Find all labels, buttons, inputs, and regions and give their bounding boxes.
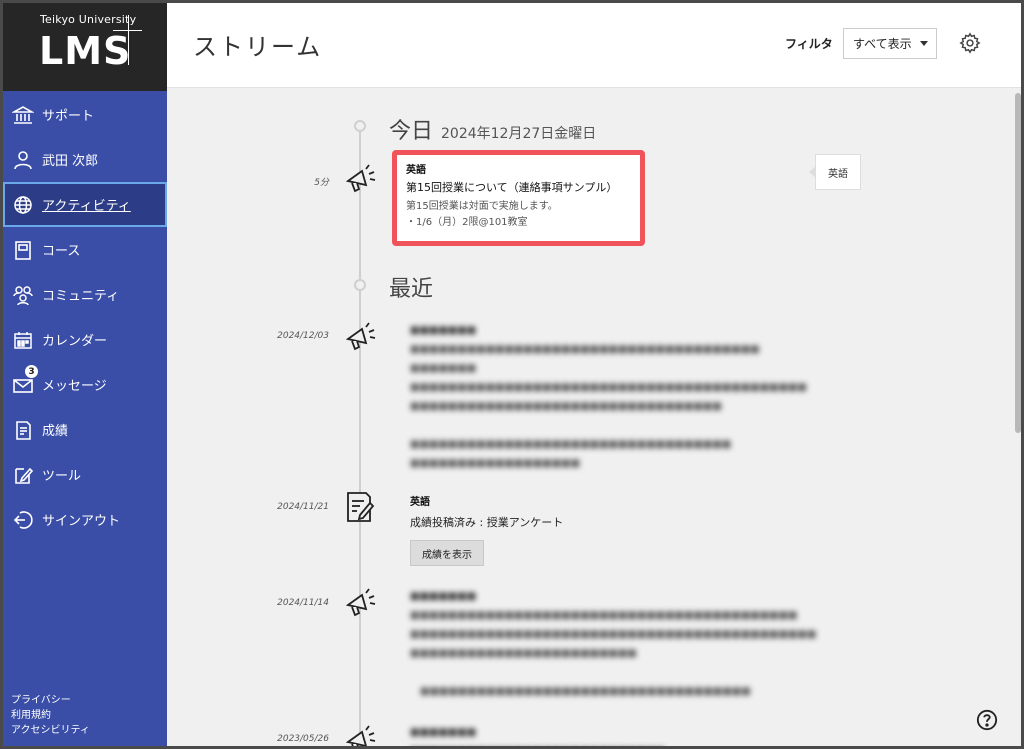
megaphone-icon (345, 725, 376, 746)
course-tag[interactable]: 英語 (809, 154, 861, 190)
item-time: 5分 (314, 178, 329, 188)
section-today-title: 今日 (389, 119, 434, 144)
caret-down-icon (920, 41, 928, 46)
sidebar-item-community[interactable]: コミュニティ (3, 272, 167, 317)
grade-text: 成績投稿済み : 授業アンケート (410, 516, 564, 529)
sidebar-item-label: カレンダー (42, 334, 108, 349)
megaphone-icon (345, 322, 376, 351)
sidebar-item-calendar[interactable]: カレンダー (3, 317, 167, 362)
grade-course: 英語 (410, 497, 430, 508)
sidebar: Teikyo University LMS サポート 武田 次郎 アクティビティ… (3, 3, 167, 746)
main-content: ストリーム フィルタ すべて表示 今日 2024年12月27日金曜日 5分 英語… (167, 3, 1021, 746)
card-body-line: ・1/6（月）2限@101教室 (406, 217, 528, 228)
gear-icon[interactable] (959, 32, 981, 54)
sidebar-item-messages[interactable]: 3 メッセージ (3, 362, 167, 407)
grade-document-icon (347, 492, 375, 522)
accessibility-link[interactable]: アクセシビリティ (11, 723, 90, 738)
grade-posted-item: 英語 成績投稿済み : 授業アンケート 成績を表示 (410, 493, 563, 566)
sidebar-item-label: サインアウト (42, 514, 121, 529)
section-today: 今日 2024年12月27日金曜日 (389, 113, 596, 145)
page-header: ストリーム フィルタ すべて表示 (167, 3, 1021, 88)
blurred-announcement: ■■■■■■■ ■■■■■■■■■■■■■■■■■■■■■■■■■■■ (410, 727, 477, 738)
help-icon[interactable] (976, 709, 998, 731)
sidebar-item-courses[interactable]: コース (3, 227, 167, 272)
app-window: Teikyo University LMS サポート 武田 次郎 アクティビティ… (3, 3, 1021, 746)
card-title[interactable]: 第15回授業について（連絡事項サンプル） (406, 179, 631, 195)
megaphone-icon (345, 588, 376, 617)
timeline-dot (354, 120, 366, 132)
section-today-date: 2024年12月27日金曜日 (441, 126, 597, 142)
sidebar-item-activity[interactable]: アクティビティ (3, 182, 167, 227)
logo-name: LMS (39, 29, 132, 73)
logo-cross-vertical (128, 15, 129, 65)
sidebar-item-label: 武田 次郎 (42, 154, 99, 169)
blurred-announcement: ■■■■■■■ ■■■■■■■■■■■■■■■■■■■■■■■■■■■■■■■■… (410, 591, 817, 697)
privacy-link[interactable]: プライバシー (11, 693, 90, 708)
sidebar-item-support[interactable]: サポート (3, 92, 167, 137)
logo-cross-horizontal (113, 30, 142, 31)
user-icon (11, 148, 35, 172)
page-title: ストリーム (193, 33, 323, 61)
sidebar-item-signout[interactable]: サインアウト (3, 497, 167, 542)
sidebar-item-label: サポート (42, 109, 95, 124)
book-icon (11, 238, 35, 262)
filter-label: フィルタ (785, 37, 833, 51)
sidebar-item-label: アクティビティ (42, 199, 131, 214)
message-count-badge: 3 (24, 364, 39, 379)
calendar-icon (11, 328, 35, 352)
bank-icon (11, 103, 35, 127)
sidebar-footer: プライバシー 利用規約 アクセシビリティ (11, 693, 90, 738)
terms-link[interactable]: 利用規約 (11, 708, 90, 723)
card-course: 英語 (406, 165, 426, 176)
blurred-announcement: ■■■■■■■ ■■■■■■■■■■■■■■■■■■■■■■■■■■■■■■■■… (410, 325, 807, 469)
sidebar-item-label: コミュニティ (42, 289, 120, 304)
megaphone-icon (345, 164, 376, 193)
people-icon (11, 283, 35, 307)
view-grade-button[interactable]: 成績を表示 (410, 540, 484, 566)
timeline-line (359, 127, 361, 746)
sidebar-item-profile[interactable]: 武田 次郎 (3, 137, 167, 182)
filter-selected-value: すべて表示 (853, 37, 912, 51)
sidebar-item-tools[interactable]: ツール (3, 452, 167, 497)
activity-stream: 今日 2024年12月27日金曜日 5分 英語 第15回授業について（連絡事項サン… (167, 89, 1021, 746)
item-time: 2024/11/21 (277, 502, 329, 512)
lms-logo[interactable]: Teikyo University LMS (3, 3, 167, 91)
item-time: 2024/11/14 (277, 598, 329, 608)
sidebar-item-label: ツール (42, 469, 82, 484)
item-time: 2024/12/03 (277, 331, 329, 341)
card-body: 第15回授業は対面で実施します。 ・1/6（月）2限@101教室 (406, 199, 631, 231)
card-body-line: 第15回授業は対面で実施します。 (406, 201, 558, 212)
section-recent-title: 最近 (389, 277, 434, 302)
sidebar-nav: サポート 武田 次郎 アクティビティ コース コミュニティ カレンダー 3 メッ… (3, 91, 167, 542)
timeline-dot (354, 279, 366, 291)
logo-university: Teikyo University (40, 13, 137, 26)
sidebar-item-grades[interactable]: 成績 (3, 407, 167, 452)
sidebar-item-label: メッセージ (42, 379, 107, 394)
sidebar-item-label: コース (42, 244, 81, 259)
sidebar-item-label: 成績 (42, 424, 69, 439)
edit-icon (11, 463, 35, 487)
signout-icon (11, 508, 35, 532)
scrollbar[interactable] (1015, 93, 1021, 433)
grades-icon (11, 418, 35, 442)
item-time: 2023/05/26 (277, 734, 329, 744)
filter-select[interactable]: すべて表示 (843, 28, 937, 59)
highlighted-announcement-card[interactable]: 英語 第15回授業について（連絡事項サンプル） 第15回授業は対面で実施します。… (392, 150, 645, 246)
globe-icon (11, 193, 35, 217)
